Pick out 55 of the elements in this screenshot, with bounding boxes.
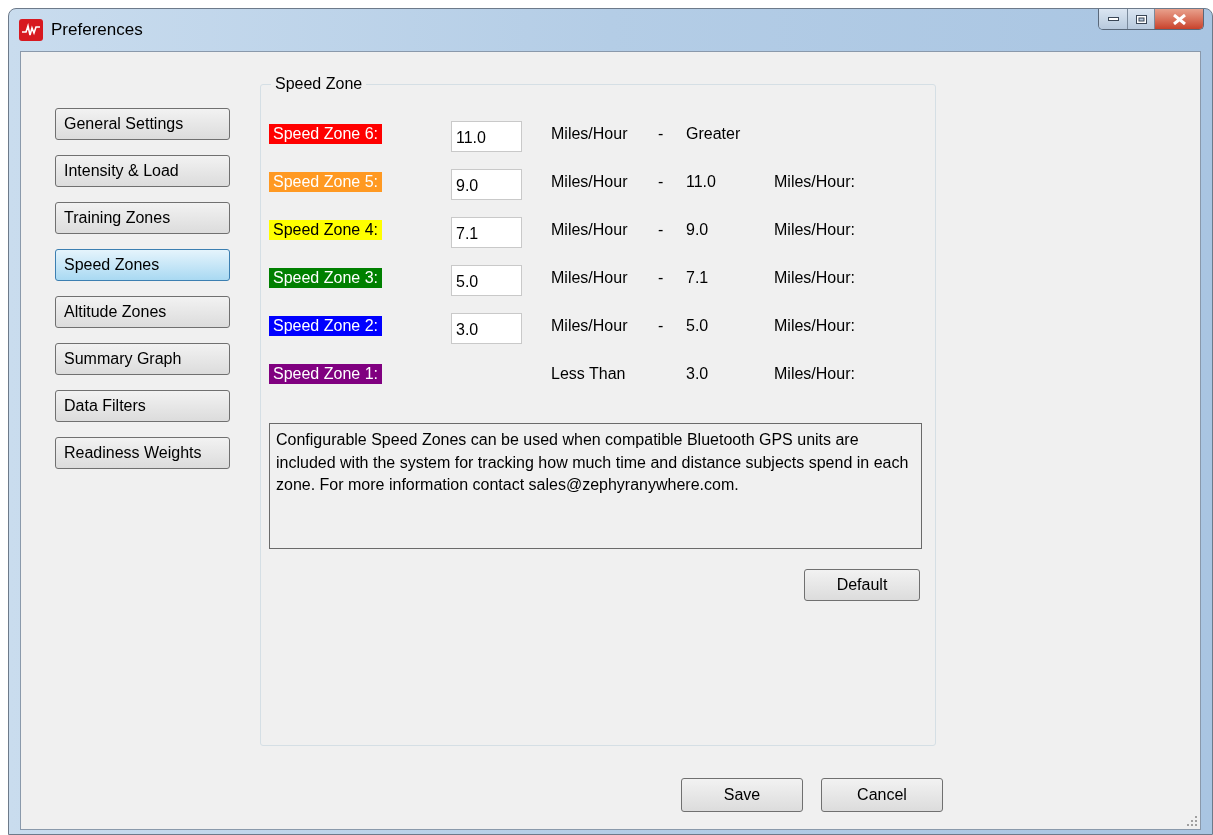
dialog-button[interactable]: Cancel: [821, 778, 943, 812]
unit-text: Miles/Hour:: [774, 364, 855, 384]
unit-text: Miles/Hour: [551, 220, 628, 240]
sidebar-button[interactable]: Data Filters: [55, 390, 230, 422]
unit-text: Miles/Hour:: [774, 172, 855, 192]
dialog-button[interactable]: Save: [681, 778, 803, 812]
speed-input-field[interactable]: 5.0: [451, 265, 522, 296]
sidebar-button[interactable]: Speed Zones: [55, 249, 230, 281]
unit-text: Less Than: [551, 364, 626, 384]
zone-label: Speed Zone 3:: [269, 268, 382, 288]
sidebar-button[interactable]: Altitude Zones: [55, 296, 230, 328]
unit-text: Miles/Hour: [551, 268, 628, 288]
bound-value: Greater: [686, 124, 741, 144]
speed-input-field[interactable]: 3.0: [451, 313, 522, 344]
minimize-icon: [1107, 17, 1119, 21]
dash-text: -: [658, 316, 664, 336]
zone-label: Speed Zone 2:: [269, 316, 382, 336]
default-button[interactable]: Default: [804, 569, 920, 601]
close-button[interactable]: [1155, 9, 1203, 29]
bound-value: 3.0: [686, 364, 709, 384]
sidebar-button[interactable]: Readiness Weights: [55, 437, 230, 469]
dash-text: -: [658, 268, 664, 288]
maximize-icon: [1135, 14, 1147, 24]
resize-grip-icon: [1186, 815, 1198, 827]
dash-text: -: [658, 220, 664, 240]
speed-input-field[interactable]: 9.0: [451, 169, 522, 200]
window-title: Preferences: [51, 19, 143, 42]
unit-text: Miles/Hour:: [774, 220, 855, 240]
bound-value: 7.1: [686, 268, 709, 288]
sidebar-button[interactable]: Training Zones: [55, 202, 230, 234]
unit-text: Miles/Hour:: [774, 268, 855, 288]
unit-text: Miles/Hour: [551, 124, 628, 144]
speed-input-field[interactable]: 7.1: [451, 217, 522, 248]
description-text: Configurable Speed Zones can be used when compatible Bluetooth GPS units are included with the system for tracking how much time and distance subjects spend in each zone. For more information contact sales@zephyranywhere.com.: [269, 423, 922, 549]
bound-value: 11.0: [686, 172, 716, 192]
bound-value: 5.0: [686, 316, 709, 336]
bound-value: 9.0: [686, 220, 709, 240]
zone-label: Speed Zone 1:: [269, 364, 382, 384]
zone-label: Speed Zone 6:: [269, 124, 382, 144]
zone-label: Speed Zone 5:: [269, 172, 382, 192]
dash-text: -: [658, 172, 664, 192]
app-logo-icon: [19, 19, 43, 41]
minimize-button[interactable]: [1099, 9, 1128, 29]
unit-text: Miles/Hour:: [774, 316, 855, 336]
unit-text: Miles/Hour: [551, 316, 628, 336]
dash-text: -: [658, 124, 664, 144]
maximize-button[interactable]: [1128, 9, 1155, 29]
unit-text: Miles/Hour: [551, 172, 628, 192]
sidebar-button[interactable]: Intensity & Load: [55, 155, 230, 187]
zone-label: Speed Zone 4:: [269, 220, 382, 240]
sidebar-button[interactable]: Summary Graph: [55, 343, 230, 375]
sidebar-button[interactable]: General Settings: [55, 108, 230, 140]
close-icon: [1172, 13, 1186, 25]
speed-input-field[interactable]: 11.0: [451, 121, 522, 152]
group-title: Speed Zone: [271, 75, 367, 93]
